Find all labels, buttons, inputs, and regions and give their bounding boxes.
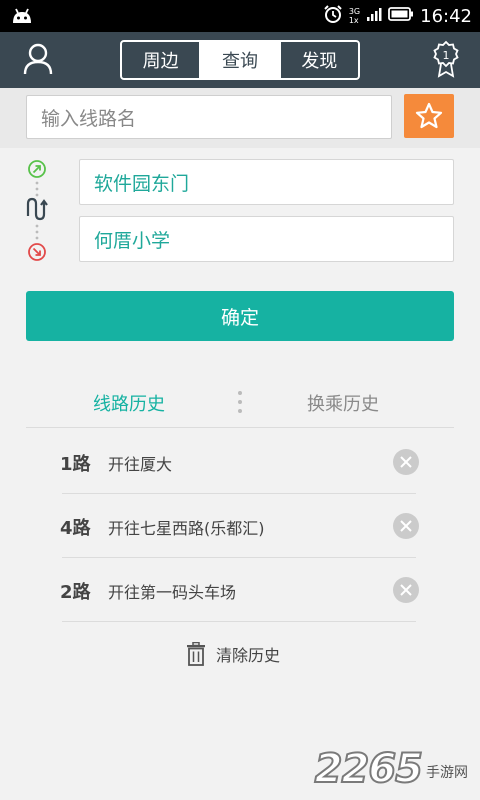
history-tabs: 线路历史 换乘历史 (26, 378, 454, 428)
favorite-button[interactable] (404, 94, 454, 138)
end-icon (28, 243, 46, 261)
origin-field[interactable]: 软件园东门 (79, 159, 454, 205)
network-type: 3G 1x (348, 7, 361, 25)
route-indicator (22, 158, 52, 268)
tab-divider (238, 391, 242, 413)
main-tabs: 周边 查询 发现 (120, 40, 360, 80)
medal-count: 1 (443, 49, 450, 62)
history-row[interactable]: 2路 开往第一码头车场 (60, 558, 419, 622)
start-icon (28, 160, 46, 178)
top-bar: 周边 查询 发现 1 (0, 32, 480, 88)
signal-icon (366, 6, 382, 26)
route-destination: 开往七星西路(乐都汇) (108, 519, 265, 538)
history-row[interactable]: 1路 开往厦大 (60, 430, 419, 494)
tab-nearby[interactable]: 周边 (122, 42, 202, 78)
tab-transfer-history[interactable]: 换乘历史 (307, 390, 379, 416)
tab-discover[interactable]: 发现 (281, 42, 358, 78)
status-bar: 3G 1x 16:42 (0, 0, 480, 32)
confirm-button[interactable]: 确定 (26, 291, 454, 341)
alarm-icon (323, 4, 343, 28)
watermark-site: 手游网 (426, 765, 468, 781)
tab-search[interactable]: 查询 (201, 42, 281, 78)
route-destination: 开往第一码头车场 (108, 583, 237, 602)
trash-icon (187, 642, 205, 666)
destination-field[interactable]: 何厝小学 (79, 216, 454, 262)
clear-history-button[interactable]: 清除历史 (186, 642, 280, 666)
delete-button[interactable] (393, 449, 419, 475)
clock: 16:42 (420, 5, 472, 27)
swap-icon (26, 197, 48, 221)
medal-icon[interactable]: 1 (432, 40, 460, 82)
star-icon (415, 102, 443, 129)
close-icon (400, 456, 412, 468)
delete-button[interactable] (393, 577, 419, 603)
route-destination: 开往厦大 (108, 455, 173, 474)
android-icon (10, 6, 34, 28)
user-icon[interactable] (22, 42, 54, 80)
battery-icon (388, 6, 414, 26)
watermark-brand: 2265 (314, 745, 424, 793)
search-row: 输入线路名 (0, 88, 480, 148)
route-number: 2路 (60, 582, 91, 603)
watermark: 2265 手游网 (314, 745, 468, 793)
route-number: 1路 (60, 454, 91, 475)
route-search-input[interactable]: 输入线路名 (26, 95, 392, 139)
route-number: 4路 (60, 518, 91, 539)
close-icon (400, 584, 412, 596)
close-icon (400, 520, 412, 532)
clear-history-label: 清除历史 (216, 646, 281, 665)
tab-line-history[interactable]: 线路历史 (93, 390, 165, 416)
history-row[interactable]: 4路 开往七星西路(乐都汇) (60, 494, 419, 558)
delete-button[interactable] (393, 513, 419, 539)
